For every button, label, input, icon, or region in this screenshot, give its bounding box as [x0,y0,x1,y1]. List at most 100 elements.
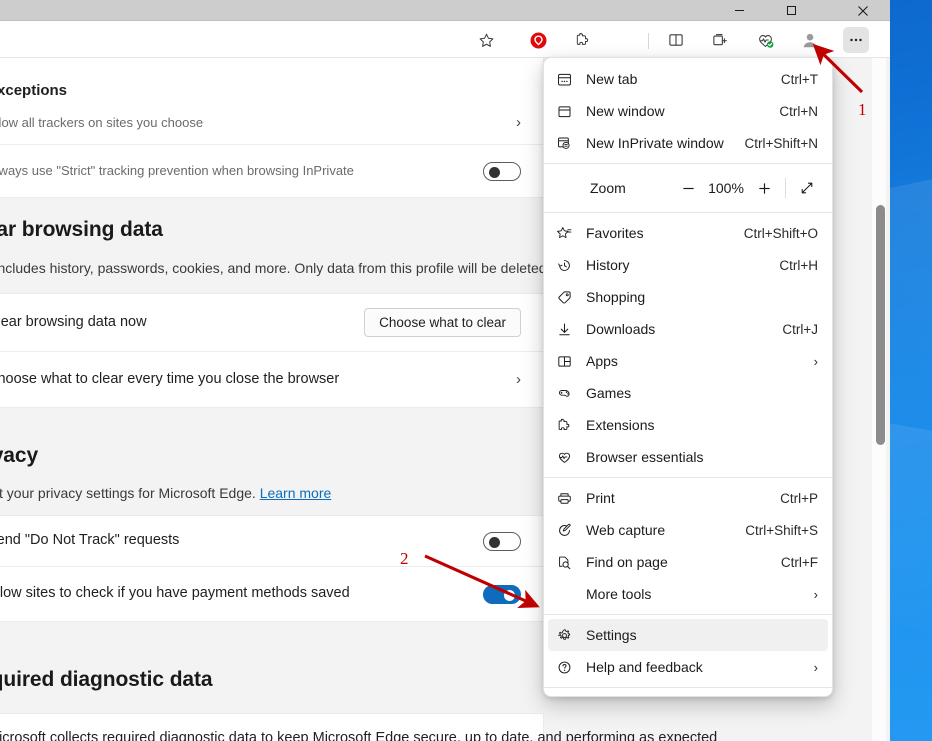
title-bar [0,0,890,21]
diagnostic-description: Microsoft collects required diagnostic d… [0,730,718,741]
menu-item-label: Apps [586,353,618,369]
maximize-icon [786,6,796,15]
browser-essentials-heart-icon [556,449,582,466]
history-clock-icon [556,257,582,274]
privacy-description-wrap: Select your privacy settings for Microso… [0,485,331,501]
menu-item-apps[interactable]: Apps › [548,345,828,377]
diagnostic-card: Microsoft collects required diagnostic d… [0,713,717,741]
menu-item-new-window[interactable]: New window Ctrl+N [548,95,828,127]
menu-item-accelerator: Ctrl+F [780,554,818,570]
menu-item-label: Browser essentials [586,449,704,465]
profile-button[interactable] [797,27,823,53]
maximize-button[interactable] [768,0,814,21]
strict-inprivate-label: Always use "Strict" tracking prevention … [0,163,354,179]
privacy-description: Select your privacy settings for Microso… [0,485,256,501]
settings-and-more-button[interactable] [843,27,869,53]
table-row[interactable]: Always use "Strict" tracking prevention … [0,145,543,197]
privacy-card: Send "Do Not Track" requests Allow sites… [0,515,544,622]
chevron-right-icon[interactable]: › [516,371,521,388]
menu-item-downloads[interactable]: Downloads Ctrl+J [548,313,828,345]
menu-item-web-capture[interactable]: Web capture Ctrl+Shift+S [548,514,828,546]
split-screen-button[interactable] [663,27,689,53]
privacy-heading: Privacy [0,444,39,467]
table-row[interactable]: Send "Do Not Track" requests [0,516,543,567]
extension-red-button[interactable] [525,27,551,53]
zoom-out-button[interactable] [673,174,703,202]
extensions-puzzle-icon [576,32,589,45]
browser-window: Exceptions Allow all trackers on sites y… [0,0,890,741]
menu-item-accelerator: Ctrl+H [779,257,818,273]
profile-avatar-icon [803,33,817,48]
privacy-learn-more-link[interactable]: Learn more [260,485,332,501]
menu-item-label: Shopping [586,289,646,305]
strict-inprivate-toggle[interactable] [483,161,521,181]
fullscreen-icon [801,182,813,194]
menu-item-find-on-page[interactable]: Find on page Ctrl+F [548,546,828,578]
collections-button[interactable] [707,27,733,53]
close-button[interactable] [840,0,886,21]
menu-item-close-microsoft-edge[interactable]: Close Microsoft Edge [548,692,828,696]
menu-item-label: Games [586,385,632,401]
zoom-divider [785,178,786,198]
payment-methods-toggle[interactable] [483,584,521,604]
table-row[interactable]: Allow sites to check if you have payment… [0,567,543,621]
exceptions-heading-row: Exceptions [0,58,543,101]
web-capture-icon [556,522,582,539]
payment-methods-label: Allow sites to check if you have payment… [0,585,350,602]
menu-item-more-tools[interactable]: More tools › [548,578,828,610]
menu-item-shopping[interactable]: Shopping [548,281,828,313]
split-screen-icon [669,34,683,46]
menu-item-label: Settings [586,627,637,643]
menu-item-history[interactable]: History Ctrl+H [548,249,828,281]
menu-item-accelerator: Ctrl+N [779,103,818,119]
close-icon [858,5,868,16]
settings-and-more-menu: New tab Ctrl+T New window Ctrl+N New InP… [543,57,833,697]
chevron-right-icon: › [813,659,818,675]
menu-item-label: Favorites [586,225,644,241]
menu-item-help-and-feedback[interactable]: Help and feedback › [548,651,828,683]
menu-separator [544,687,832,688]
menu-item-print[interactable]: Print Ctrl+P [548,482,828,514]
menu-item-browser-essentials[interactable]: Browser essentials [548,441,828,473]
inprivate-window-icon [556,135,582,152]
zoom-in-button[interactable] [749,174,779,202]
toolbar-divider [648,33,649,49]
extensions-button[interactable] [570,27,596,53]
menu-item-new-inprivate-window[interactable]: New InPrivate window Ctrl+Shift+N [548,127,828,159]
menu-item-label: Extensions [586,417,655,433]
chevron-right-icon[interactable]: › [516,114,521,131]
page-scrollbar-thumb[interactable] [876,205,885,445]
collections-icon [713,34,727,46]
menu-item-label: New window [586,103,665,119]
toggle-knob [489,166,500,178]
menu-item-label: New InPrivate window [586,135,724,151]
zoom-out-icon [682,187,694,189]
menu-item-favorites[interactable]: Favorites Ctrl+Shift+O [548,217,828,249]
table-row[interactable]: Clear browsing data now Choose what to c… [0,294,543,352]
toggle-knob [489,536,500,548]
table-row[interactable]: Choose what to clear every time you clos… [0,352,543,407]
menu-item-label: More tools [586,586,652,602]
do-not-track-toggle[interactable] [483,531,521,551]
copilot-button[interactable] [888,27,890,53]
exceptions-heading: Exceptions [0,81,68,99]
browser-essentials-button[interactable] [752,27,778,53]
table-row[interactable]: Allow all trackers on sites you choose › [0,101,543,145]
menu-item-new-tab[interactable]: New tab Ctrl+T [548,63,828,95]
do-not-track-label: Send "Do Not Track" requests [0,532,180,549]
menu-item-accelerator: Ctrl+Shift+N [744,135,818,151]
menu-item-accelerator: Ctrl+Shift+O [743,225,818,241]
toggle-knob [504,589,515,601]
menu-item-extensions[interactable]: Extensions [548,409,828,441]
menu-item-games[interactable]: Games [548,377,828,409]
choose-what-to-clear-button[interactable]: Choose what to clear [364,308,521,337]
clear-browsing-card: Clear browsing data now Choose what to c… [0,293,544,408]
menu-item-label: Print [586,490,615,506]
fullscreen-button[interactable] [792,174,822,202]
minimize-button[interactable] [716,0,762,21]
favorite-star-button[interactable] [473,27,499,53]
settings-gear-icon [556,627,582,644]
menu-item-settings[interactable]: Settings [548,619,828,651]
menu-item-accelerator: Ctrl+J [782,321,818,337]
menu-separator [544,614,832,615]
